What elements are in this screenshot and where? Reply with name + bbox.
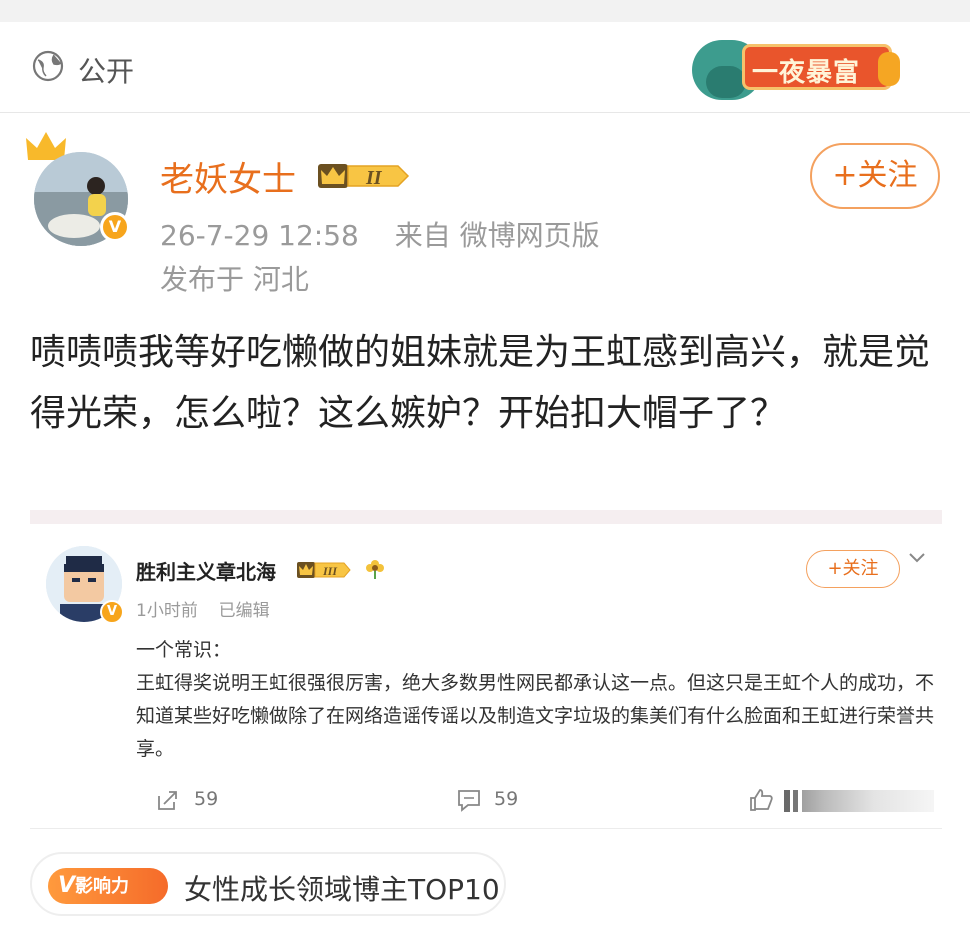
comment-body: 一个常识： 王虹得奖说明王虹很强很厉害，绝大多数男性网民都承认这一点。但这只是王… <box>136 634 936 766</box>
comment-line-1: 一个常识： <box>136 639 232 661</box>
post-time: 26-7-29 12:58 <box>160 219 359 252</box>
comment-icon[interactable] <box>456 788 482 812</box>
comment-meta: 1小时前 已编辑 <box>136 596 270 621</box>
svg-text:II: II <box>365 167 383 189</box>
chevron-down-icon[interactable] <box>906 548 928 568</box>
commenter-verified-badge-icon: V <box>100 600 124 624</box>
comment-line-2: 王虹得奖说明王虹很强很厉害，绝大多数男性网民都承认这一点。但这只是王虹个人的成功… <box>136 672 935 760</box>
author-avatar-wrap[interactable]: V <box>26 130 134 250</box>
promo-cloud-decoration-2 <box>706 66 746 98</box>
bottom-divider <box>30 828 942 829</box>
commenter-level-badge-icon: III <box>297 562 351 578</box>
post-body-text: 啧啧啧我等好吃懒做的姐妹就是为王虹感到高兴，就是觉得光荣，怎么啦？这么嫉妒？开始… <box>30 332 931 434</box>
section-divider <box>30 510 942 524</box>
flower-icon <box>366 560 384 579</box>
verified-badge-icon: V <box>100 212 130 242</box>
post-source[interactable]: 来自 微博网页版 <box>395 219 600 252</box>
visibility-label: 公开 <box>78 55 135 88</box>
comment-count[interactable]: 59 <box>494 788 518 810</box>
like-icon[interactable] <box>748 788 774 812</box>
svg-text:III: III <box>322 564 338 578</box>
influence-badge: V影响力 <box>48 868 168 904</box>
post-location: 发布于 河北 <box>160 263 309 296</box>
promo-text: 一夜暴富 <box>752 58 861 88</box>
v-influence-icon: V <box>58 873 76 898</box>
lantern-icon <box>878 52 900 86</box>
commenter-name[interactable]: 胜利主义章北海 <box>136 556 276 585</box>
influence-badge-label: 影响力 <box>75 876 130 897</box>
promo-banner[interactable]: 一夜暴富 <box>686 26 906 104</box>
top-gray-band <box>0 0 970 22</box>
influence-text: 女性成长领域博主TOP10 <box>184 873 500 906</box>
like-count-faded <box>784 790 934 812</box>
follow-button[interactable]: +关注 <box>810 143 940 209</box>
influence-tag[interactable]: V影响力 女性成长领域博主TOP10 <box>30 852 506 916</box>
post-meta-time-source: 26-7-29 12:58 来自 微博网页版 <box>160 214 600 254</box>
author-name[interactable]: 老妖女士 <box>160 152 296 201</box>
repost-icon[interactable] <box>156 788 180 812</box>
comment-time: 1小时前 <box>136 601 198 621</box>
commenter-follow-button[interactable]: +关注 <box>806 550 900 588</box>
comment-edited-label: 已编辑 <box>218 601 270 621</box>
repost-count[interactable]: 59 <box>194 788 218 810</box>
globe-icon <box>32 50 64 82</box>
level-badge-icon: II <box>318 164 410 189</box>
